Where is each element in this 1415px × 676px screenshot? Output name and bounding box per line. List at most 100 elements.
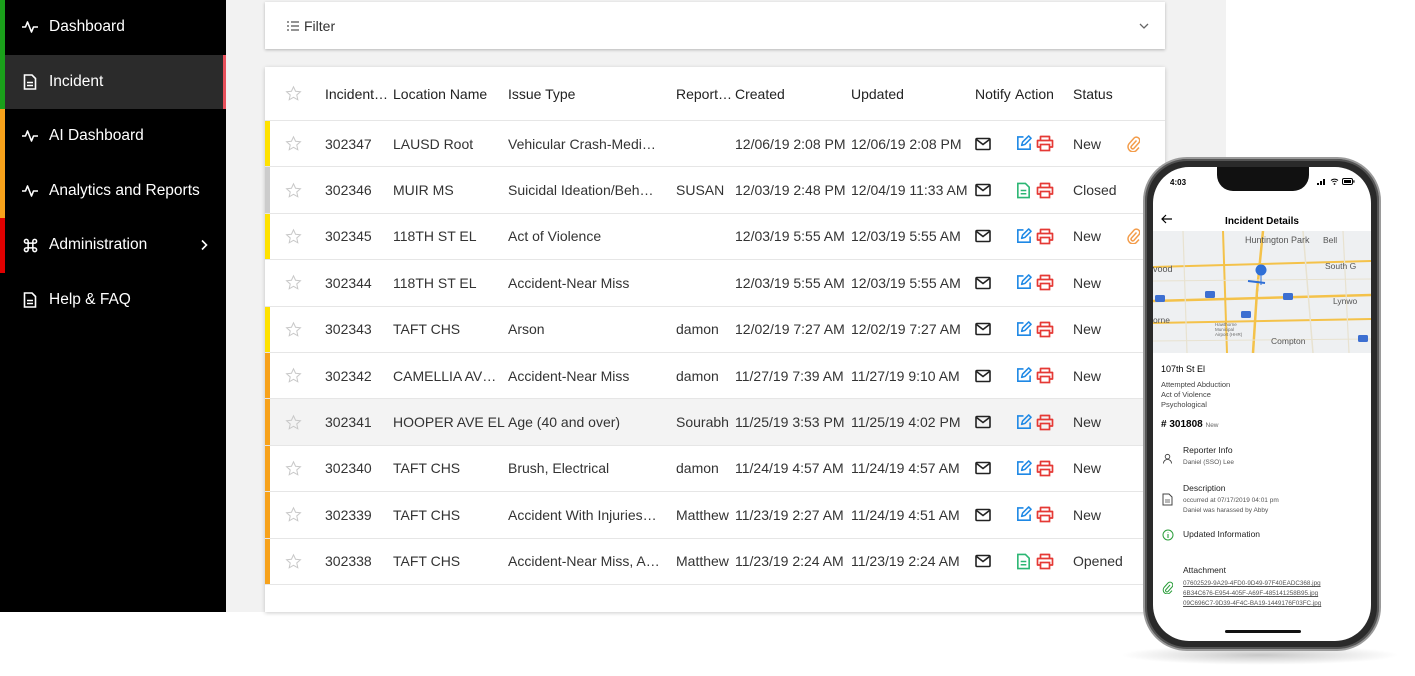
star-icon[interactable] xyxy=(285,135,305,152)
sidebar-item-incident[interactable]: Incident xyxy=(0,54,226,109)
sidebar-item-administration[interactable]: Administration xyxy=(0,218,226,273)
table-row[interactable]: 302344 118TH ST EL Accident-Near Miss 12/03… xyxy=(265,260,1165,307)
status-text: New xyxy=(1073,321,1102,338)
print-icon[interactable] xyxy=(1036,182,1054,199)
table-row[interactable]: 302341 HOOPER AVE EL Age (40 and over) Sour… xyxy=(265,399,1165,446)
header-status[interactable]: Status xyxy=(1073,86,1129,102)
print-icon[interactable] xyxy=(1036,228,1054,245)
location-name: HOOPER AVE EL xyxy=(393,414,505,431)
table-row[interactable]: 302342 CAMELLIA AVE EL Accident-Near Miss d… xyxy=(265,352,1165,400)
star-icon[interactable] xyxy=(285,414,305,431)
mail-icon[interactable] xyxy=(975,415,1011,429)
priority-edge xyxy=(265,445,270,492)
updated-date: 11/27/19 9:10 AM xyxy=(851,367,960,384)
attachment-link[interactable]: 07602529-9A29-4FD0-9D49-97F40EADC368.jpg xyxy=(1183,580,1321,587)
edit-icon[interactable] xyxy=(1015,228,1032,245)
edit-icon[interactable] xyxy=(1015,135,1032,152)
edit-icon[interactable] xyxy=(1015,413,1032,431)
incident-id[interactable]: 302346 xyxy=(325,182,391,198)
incident-id[interactable]: 302347 xyxy=(325,136,391,152)
incident-id[interactable]: 302341 xyxy=(325,414,391,430)
updated-info-title[interactable]: Updated Information xyxy=(1183,529,1260,539)
mail-icon[interactable] xyxy=(975,276,1011,290)
incident-id[interactable]: 302343 xyxy=(325,321,391,337)
wifi-icon xyxy=(1330,178,1339,185)
created-date: 12/06/19 2:08 PM xyxy=(735,135,846,152)
print-icon[interactable] xyxy=(1036,367,1054,384)
map-view[interactable]: Huntington Park Bell South G Lynwo Compton or… xyxy=(1153,231,1371,353)
mail-icon[interactable] xyxy=(975,322,1011,336)
table-row[interactable]: 302340 TAFT CHS Brush, Electrical damon 11/2… xyxy=(265,445,1165,493)
header-issue-type[interactable]: Issue Type xyxy=(508,86,660,102)
star-icon[interactable] xyxy=(285,506,305,523)
table-row[interactable]: 302343 TAFT CHS Arson damon 12/02/19 7:27 AM… xyxy=(265,306,1165,353)
paperclip-icon[interactable] xyxy=(1127,136,1147,152)
incident-id[interactable]: 302344 xyxy=(325,275,391,291)
star-icon[interactable] xyxy=(285,228,305,245)
incident-id[interactable]: 302342 xyxy=(325,368,391,384)
mail-icon[interactable] xyxy=(975,183,1011,197)
mail-icon[interactable] xyxy=(975,369,1011,383)
print-icon[interactable] xyxy=(1036,321,1054,338)
star-icon[interactable] xyxy=(285,367,305,384)
print-icon[interactable] xyxy=(1036,506,1054,523)
print-icon[interactable] xyxy=(1036,460,1054,477)
filter-bar[interactable]: Filter xyxy=(265,2,1165,49)
mail-icon[interactable] xyxy=(975,508,1011,522)
person-icon xyxy=(1162,453,1173,464)
table-row[interactable]: 302346 MUIR MS Suicidal Ideation/Behavi...… xyxy=(265,167,1165,214)
status-text: New xyxy=(1073,460,1102,477)
issue-type: Suicidal Ideation/Behavi... xyxy=(508,182,660,199)
incident-id[interactable]: 302345 xyxy=(325,228,391,244)
incident-id[interactable]: 302338 xyxy=(325,553,391,569)
print-icon[interactable] xyxy=(1036,553,1054,570)
header-incident-id[interactable]: Incident ID xyxy=(325,86,391,102)
sidebar-item-ai-dashboard[interactable]: AI Dashboard xyxy=(0,109,226,164)
star-icon[interactable] xyxy=(285,274,305,291)
print-icon[interactable] xyxy=(1036,414,1054,431)
description-line: occurred at 07/17/2019 04:01 pm xyxy=(1183,497,1279,504)
mail-icon[interactable] xyxy=(975,461,1011,475)
sidebar-item-analytics-and-reports[interactable]: Analytics and Reports xyxy=(0,163,226,218)
table-row[interactable]: 302347 LAUSD Root Vehicular Crash-Medical … xyxy=(265,121,1165,168)
mail-icon[interactable] xyxy=(975,137,1011,151)
star-icon[interactable] xyxy=(285,321,305,338)
print-icon[interactable] xyxy=(1036,135,1054,152)
sidebar-item-dashboard[interactable]: Dashboard xyxy=(0,0,226,55)
chevron-down-icon[interactable] xyxy=(1139,23,1149,29)
print-icon[interactable] xyxy=(1036,274,1054,291)
mail-icon[interactable] xyxy=(975,229,1011,243)
table-row[interactable]: 302339 TAFT CHS Accident With Injuries, V.… xyxy=(265,492,1165,539)
incident-id[interactable]: 302339 xyxy=(325,507,391,523)
view-document-icon[interactable] xyxy=(1015,182,1032,199)
edit-icon[interactable] xyxy=(1015,367,1032,384)
star-icon[interactable] xyxy=(285,85,305,102)
header-updated[interactable]: Updated xyxy=(851,86,969,102)
edit-icon[interactable] xyxy=(1015,506,1032,523)
created-date: 11/25/19 3:53 PM xyxy=(735,414,845,431)
row-actions xyxy=(1015,553,1071,570)
sidebar-item-help-faq[interactable]: Help & FAQ xyxy=(0,273,226,328)
header-created[interactable]: Created xyxy=(735,86,849,102)
table-row[interactable]: 302345 118TH ST EL Act of Violence 12/03/19… xyxy=(265,213,1165,261)
sidebar-item-label: Incident xyxy=(49,72,104,90)
star-icon[interactable] xyxy=(285,182,305,199)
table-row[interactable]: 302338 TAFT CHS Accident-Near Miss, Atte..… xyxy=(265,538,1165,585)
issue-type: Vehicular Crash-Medical ... xyxy=(508,135,660,152)
edit-icon[interactable] xyxy=(1015,274,1032,291)
attachment-link[interactable]: 6B34C676-E954-405F-A69F-485141258B95.jpg xyxy=(1183,590,1318,597)
attachment-link[interactable]: 09C696C7-9D39-4F4C-BA19-1449176F03FC.jpg xyxy=(1183,600,1321,607)
edit-icon[interactable] xyxy=(1015,460,1032,477)
view-document-icon[interactable] xyxy=(1015,553,1032,570)
mail-icon[interactable] xyxy=(975,554,1011,568)
header-report-by[interactable]: Report by xyxy=(676,86,734,102)
updated-date: 11/24/19 4:57 AM xyxy=(851,460,960,477)
star-icon[interactable] xyxy=(285,553,305,570)
star-icon[interactable] xyxy=(285,460,305,477)
incident-id[interactable]: 302340 xyxy=(325,460,391,476)
info-icon xyxy=(1162,529,1174,541)
map-place-label: vood xyxy=(1153,264,1173,274)
edit-icon[interactable] xyxy=(1015,320,1032,338)
priority-edge xyxy=(265,538,270,584)
header-location[interactable]: Location Name xyxy=(393,86,505,102)
